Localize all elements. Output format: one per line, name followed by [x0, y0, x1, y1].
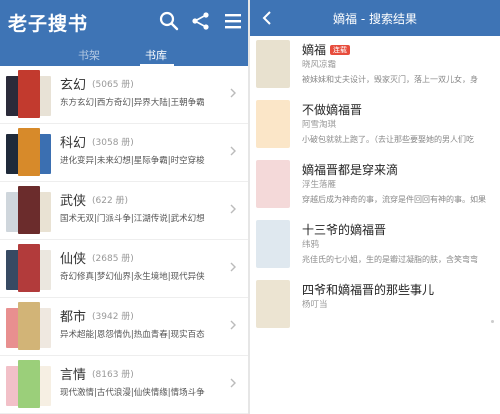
search-result-item[interactable]: 嫡福晋都是穿来滴 浮生落雁 穿越后成为神奇的事，流穿是件回回有神的事。如果	[250, 156, 500, 216]
book-description: 兆佳氏的七小姐，生的是瓣过凝脂的肤，含笑弯弯	[302, 255, 478, 264]
category-subtypes: 国术无双|门派斗争|江湖传说|武术幻想	[60, 214, 205, 224]
search-result-item[interactable]: 十三爷的嫡福晋 纬鸦 兆佳氏的七小姐，生的是瓣过凝脂的肤，含笑弯弯	[250, 216, 500, 276]
category-item[interactable]: 玄幻 (5065 册) 东方玄幻|西方奇幻|异界大陆|王朝争霸	[0, 66, 248, 124]
category-name: 仙侠	[60, 252, 87, 267]
book-cover	[18, 302, 40, 350]
results-title: 嫡福 - 搜索结果	[333, 12, 417, 26]
category-count: (8163 册)	[92, 370, 134, 380]
book-description: 被妹妹和丈夫设计，毁家灭门，落上一双儿女，身	[302, 75, 478, 84]
category-covers	[6, 302, 52, 354]
book-title-row: 四爷和嫡福晋的那些事儿	[302, 281, 434, 298]
book-title: 十三爷的嫡福晋	[302, 223, 387, 237]
book-author: 晓风凉霜	[302, 60, 337, 70]
chevron-right-icon	[230, 262, 236, 272]
category-subtypes: 奇幻修真|梦幻仙界|永生境地|现代异侠	[60, 272, 205, 282]
category-count: (2685 册)	[92, 254, 134, 264]
book-title: 四爷和嫡福晋的那些事儿	[302, 283, 435, 297]
category-name: 言情	[60, 368, 87, 383]
scroll-dot	[491, 320, 494, 323]
book-cover	[18, 360, 40, 408]
category-covers	[6, 128, 52, 180]
search-icon[interactable]	[158, 10, 180, 32]
book-cover	[18, 186, 40, 234]
chevron-right-icon	[230, 320, 236, 330]
menu-icon[interactable]	[222, 10, 244, 32]
share-icon[interactable]	[190, 10, 212, 32]
chevron-right-icon	[230, 204, 236, 214]
category-count: (5065 册)	[92, 80, 134, 90]
chevron-right-icon	[230, 88, 236, 98]
category-item[interactable]: 科幻 (3058 册) 进化变异|未来幻想|星际争霸|时空穿梭	[0, 124, 248, 182]
tab-bar: 书架 书库	[0, 44, 248, 66]
book-author: 杨叮当	[302, 300, 328, 310]
category-subtypes: 东方玄幻|西方奇幻|异界大陆|王朝争霸	[60, 98, 205, 108]
book-cover	[18, 128, 40, 176]
category-name: 科幻	[60, 136, 87, 151]
status-badge: 连载	[330, 45, 351, 55]
category-subtypes: 异术超能|恩怨情仇|热血青春|现实百态	[60, 330, 205, 340]
chevron-right-icon	[230, 146, 236, 156]
book-title: 嫡福	[302, 43, 327, 57]
category-item[interactable]: 言情 (8163 册) 现代激情|古代浪漫|仙侠情缘|情场斗争	[0, 356, 248, 414]
tab-bookshelf[interactable]: 书架	[78, 47, 100, 63]
search-result-item[interactable]: 四爷和嫡福晋的那些事儿 杨叮当	[250, 276, 500, 336]
book-title-row: 嫡福晋都是穿来滴	[302, 161, 398, 178]
category-subtypes: 现代激情|古代浪漫|仙侠情缘|情场斗争	[60, 388, 205, 398]
book-cover	[256, 40, 290, 88]
category-item[interactable]: 仙侠 (2685 册) 奇幻修真|梦幻仙界|永生境地|现代异侠	[0, 240, 248, 298]
category-name: 武侠	[60, 194, 87, 209]
book-cover	[18, 244, 40, 292]
book-title-row: 不做嫡福晋	[302, 101, 362, 118]
category-name: 玄幻	[60, 78, 87, 93]
book-description: 穿越后成为神奇的事，流穿是件回回有神的事。如果	[302, 195, 486, 204]
book-cover	[256, 220, 290, 268]
category-item[interactable]: 武侠 (622 册) 国术无双|门派斗争|江湖传说|武术幻想	[0, 182, 248, 240]
category-name: 都市	[60, 310, 87, 325]
category-covers	[6, 186, 52, 238]
category-subtypes: 进化变异|未来幻想|星际争霸|时空穿梭	[60, 156, 205, 166]
category-covers	[6, 244, 52, 296]
right-header: 嫡福 - 搜索结果	[250, 0, 500, 36]
book-title-row: 十三爷的嫡福晋	[302, 221, 386, 238]
left-panel: 老子搜书 书架 书库 玄幻 (5065 册) 东方玄幻|西方奇幻|异界大陆|王朝…	[0, 0, 248, 414]
book-cover	[256, 100, 290, 148]
category-count: (3058 册)	[92, 138, 134, 148]
chevron-right-icon	[230, 378, 236, 388]
book-cover	[18, 70, 40, 118]
book-cover	[256, 160, 290, 208]
book-description: 小破包就就上跑了。（去让那些要娶她的男人们吃	[302, 135, 474, 144]
book-author: 阿雪淘琪	[302, 120, 337, 130]
category-covers	[6, 360, 52, 412]
app-logo: 老子搜书	[8, 13, 89, 35]
right-panel: 嫡福 - 搜索结果 嫡福 连载 晓风凉霜 被妹妹和丈夫设计，毁家灭门，落上一双儿女…	[250, 0, 500, 414]
search-result-item[interactable]: 嫡福 连载 晓风凉霜 被妹妹和丈夫设计，毁家灭门，落上一双儿女，身	[250, 36, 500, 96]
book-title: 不做嫡福晋	[302, 103, 363, 117]
book-author: 纬鸦	[302, 240, 320, 250]
category-count: (3942 册)	[92, 312, 134, 322]
category-count: (622 册)	[92, 196, 129, 206]
book-author: 浮生落雁	[302, 180, 337, 190]
category-item[interactable]: 都市 (3942 册) 异术超能|恩怨情仇|热血青春|现实百态	[0, 298, 248, 356]
book-cover	[256, 280, 290, 328]
tab-library[interactable]: 书库	[145, 47, 167, 63]
category-covers	[6, 70, 52, 122]
search-result-item[interactable]: 不做嫡福晋 阿雪淘琪 小破包就就上跑了。（去让那些要娶她的男人们吃	[250, 96, 500, 156]
book-title: 嫡福晋都是穿来滴	[302, 163, 399, 177]
book-title-row: 嫡福 连载	[302, 41, 351, 58]
left-header: 老子搜书 书架 书库	[0, 0, 248, 66]
